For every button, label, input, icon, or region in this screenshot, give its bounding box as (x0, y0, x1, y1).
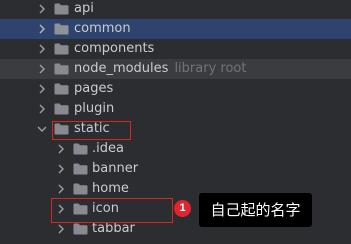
folder-icon (54, 83, 69, 95)
tree-item-label: common (74, 21, 131, 36)
tree-item-label: plugin (74, 101, 115, 116)
chevron-right-icon[interactable] (36, 0, 48, 19)
chevron-right-icon[interactable] (36, 19, 48, 39)
tree-item-pages[interactable]: pages (0, 79, 351, 99)
annotation-number-badge: 1 (174, 200, 191, 217)
chevron-right-icon[interactable] (36, 59, 48, 79)
annotation-callout: 自己起的名字 (199, 193, 312, 227)
folder-icon (54, 3, 69, 15)
tree-item-label: banner (92, 161, 139, 176)
tree-item-label: node_modules library root (74, 59, 246, 79)
folder-icon (73, 223, 88, 235)
tree-item-static[interactable]: static (0, 119, 351, 139)
chevron-right-icon[interactable] (36, 39, 48, 59)
tree-item-label: static (74, 121, 110, 136)
tree-item-api[interactable]: api (0, 0, 351, 19)
tree-item-plugin[interactable]: plugin (0, 99, 351, 119)
chevron-right-icon[interactable] (55, 199, 67, 219)
tree-item-label: icon (92, 201, 119, 216)
tree-item-label: home (92, 181, 129, 196)
chevron-right-icon[interactable] (36, 99, 48, 119)
folder-icon (54, 23, 69, 35)
tree-item-idea[interactable]: .idea (0, 139, 351, 159)
folder-icon (73, 203, 88, 215)
tree-item-label: .idea (92, 141, 124, 156)
chevron-right-icon[interactable] (55, 219, 67, 239)
tree-item-common[interactable]: common (0, 19, 351, 39)
tree-item-label: components (74, 41, 155, 56)
folder-icon (54, 63, 69, 75)
folder-icon (54, 103, 69, 115)
tree-item-label: api (74, 1, 94, 16)
chevron-right-icon[interactable] (55, 179, 67, 199)
chevron-down-icon[interactable] (36, 119, 48, 139)
folder-icon (73, 143, 88, 155)
folder-icon (54, 123, 69, 135)
folder-icon (73, 183, 88, 195)
folder-icon (54, 43, 69, 55)
chevron-right-icon[interactable] (36, 79, 48, 99)
tree-item-label: tabbar (92, 221, 135, 236)
tree-item-components[interactable]: components (0, 39, 351, 59)
chevron-right-icon[interactable] (55, 159, 67, 179)
tree-item-label: pages (74, 81, 114, 96)
library-root-hint: library root (174, 61, 247, 76)
chevron-right-icon[interactable] (55, 139, 67, 159)
tree-item-banner[interactable]: banner (0, 159, 351, 179)
folder-name: node_modules (74, 61, 169, 76)
tree-item-node-modules[interactable]: node_modules library root (0, 59, 351, 79)
folder-icon (73, 163, 88, 175)
